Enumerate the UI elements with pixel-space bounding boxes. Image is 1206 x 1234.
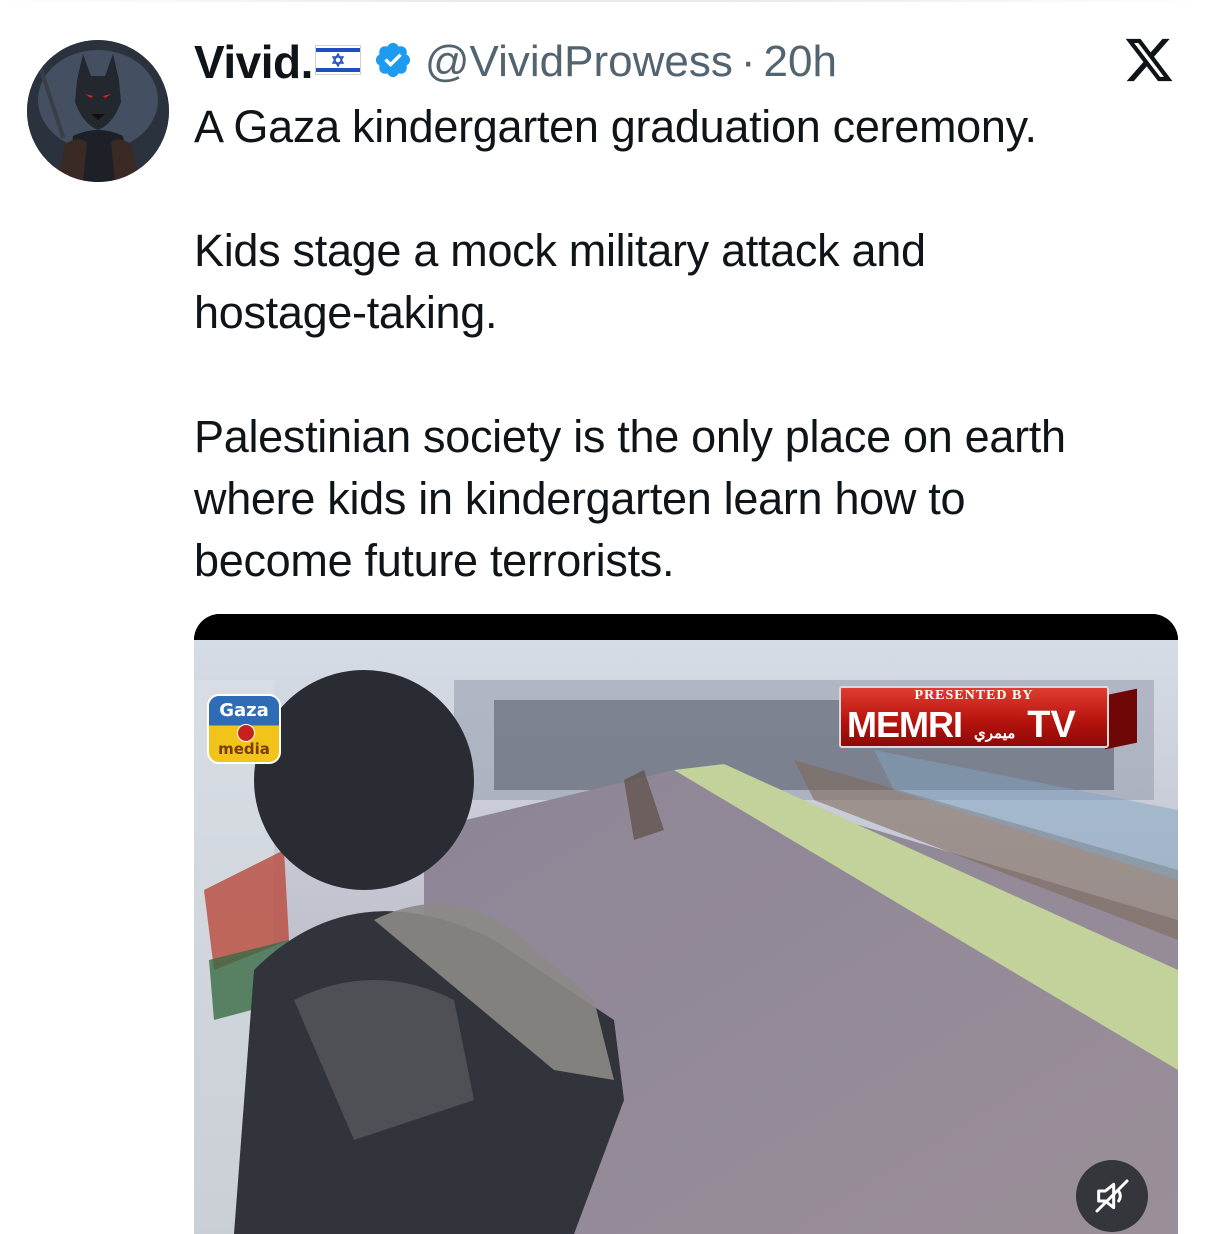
wolf-knight-avatar-icon bbox=[27, 40, 169, 182]
gaza-media-logo: Gaza media bbox=[207, 694, 281, 764]
memri-presented-label: PRESENTED BY bbox=[914, 688, 1034, 703]
separator-dot: · bbox=[740, 37, 756, 86]
verified-badge-icon bbox=[373, 40, 413, 85]
gaza-logo-line1: Gaza bbox=[219, 700, 269, 721]
tweet-paragraph: Kids stage a mock military attack and ho… bbox=[194, 225, 926, 338]
avatar[interactable] bbox=[27, 40, 169, 182]
speaker-muted-icon bbox=[1095, 1179, 1129, 1213]
tv-dot-icon bbox=[237, 724, 255, 742]
tweet-paragraph: A Gaza kindergarten graduation ceremony. bbox=[194, 101, 1037, 152]
memri-brand-label: MEMRI bbox=[847, 704, 963, 745]
display-name[interactable]: Vivid. bbox=[194, 35, 313, 89]
author-handle[interactable]: @VividProwess bbox=[425, 37, 733, 87]
memri-arabic-label: ميمري bbox=[974, 724, 1016, 742]
memri-tv-label: TV bbox=[1027, 704, 1076, 746]
tweet-text: A Gaza kindergarten graduation ceremony.… bbox=[194, 96, 1184, 592]
video-thumbnail[interactable]: Gaza media PRESENTED BY MEMRI ميمري TV bbox=[194, 640, 1178, 1234]
video-player[interactable]: Gaza media PRESENTED BY MEMRI ميمري TV bbox=[194, 614, 1178, 1234]
post-time[interactable]: 20h bbox=[764, 37, 837, 87]
tweet-paragraph: Palestinian society is the only place on… bbox=[194, 411, 1066, 586]
top-divider bbox=[0, 0, 1206, 2]
mute-button[interactable] bbox=[1076, 1160, 1148, 1232]
video-letterbox bbox=[194, 614, 1178, 640]
x-logo-icon[interactable] bbox=[1123, 34, 1175, 86]
israel-flag-icon bbox=[314, 44, 361, 80]
tweet-header: Vivid. @VividProwess · 20h bbox=[194, 34, 837, 90]
memri-tv-logo: PRESENTED BY MEMRI ميمري TV bbox=[839, 680, 1137, 752]
gaza-logo-line2: media bbox=[218, 740, 270, 758]
